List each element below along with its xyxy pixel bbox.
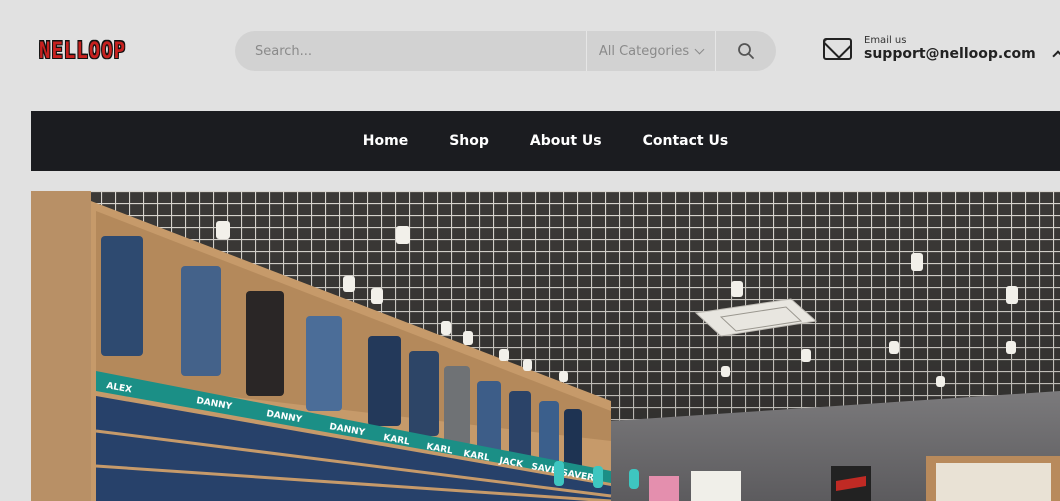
chevron-down-icon xyxy=(694,44,705,54)
category-label: All Categories xyxy=(598,43,690,59)
hero-image: ALEX DANNY DANNY DANNY KARL KARL KARL JA… xyxy=(31,191,1060,501)
category-select[interactable]: All Categories xyxy=(587,31,715,71)
email-label: Email us xyxy=(864,35,907,46)
search-input[interactable] xyxy=(235,31,586,71)
main-nav: Home Shop About Us Contact Us xyxy=(31,111,1060,171)
partial-icon xyxy=(1052,50,1060,62)
store-interior-illustration: ALEX DANNY DANNY DANNY KARL KARL KARL JA… xyxy=(31,191,1060,501)
brand-logo[interactable]: NELLOOP xyxy=(39,38,126,63)
nav-home[interactable]: Home xyxy=(363,133,408,149)
email-text: Email us support@nelloop.com xyxy=(864,35,1036,62)
nav-about-us[interactable]: About Us xyxy=(530,133,602,149)
nav-contact-us[interactable]: Contact Us xyxy=(643,133,729,149)
email-contact[interactable]: Email us support@nelloop.com xyxy=(823,35,1036,62)
mail-icon xyxy=(823,37,852,60)
email-address[interactable]: support@nelloop.com xyxy=(864,46,1036,62)
search-icon xyxy=(738,43,754,59)
search-button[interactable] xyxy=(716,31,776,71)
search-bar: All Categories xyxy=(235,31,776,71)
nav-shop[interactable]: Shop xyxy=(449,133,489,149)
